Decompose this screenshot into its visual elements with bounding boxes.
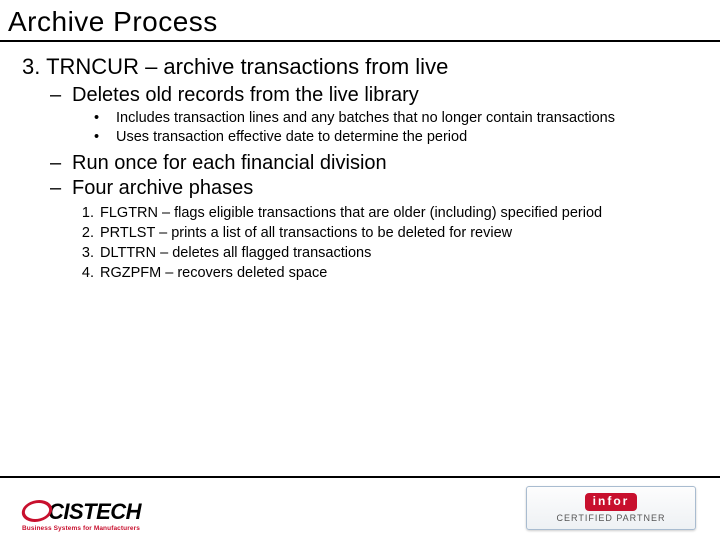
item-number: 4. (76, 264, 100, 283)
item-text: FLGTRN – flags eligible transactions tha… (100, 204, 602, 223)
dash-icon: – (50, 84, 72, 107)
list-item: 4. RGZPFM – recovers deleted space (76, 264, 704, 283)
list-item: • Includes transaction lines and any bat… (94, 109, 704, 127)
page-title: Archive Process (0, 0, 720, 42)
item-text: DLTTRN – deletes all flagged transaction… (100, 244, 371, 263)
dash-icon: – (50, 152, 72, 175)
item-text: PRTLST – prints a list of all transactio… (100, 224, 512, 243)
slide-content: 3. TRNCUR – archive transactions from li… (0, 42, 720, 283)
item-number: 1. (76, 204, 100, 223)
partner-label: CERTIFIED PARTNER (556, 513, 665, 523)
dash-icon: – (50, 177, 72, 200)
cistech-logo: CISTECH Business Systems for Manufacture… (22, 500, 172, 532)
numbered-list: 1. FLGTRN – flags eligible transactions … (76, 204, 704, 282)
bullet-text: Includes transaction lines and any batch… (116, 109, 615, 127)
logo-text: CISTECH (22, 500, 172, 523)
bullet-list-1: • Includes transaction lines and any bat… (94, 109, 704, 146)
heading-text: TRNCUR – archive transactions from live (46, 54, 448, 79)
bullet-icon: • (94, 109, 116, 127)
subheading-3: –Four archive phases (50, 177, 704, 200)
heading-level1: 3. TRNCUR – archive transactions from li… (22, 54, 704, 80)
list-item: 3. DLTTRN – deletes all flagged transact… (76, 244, 704, 263)
item-text: RGZPFM – recovers deleted space (100, 264, 327, 283)
bullet-text: Uses transaction effective date to deter… (116, 128, 467, 146)
infor-partner-badge: infor CERTIFIED PARTNER (526, 486, 696, 530)
list-item: • Uses transaction effective date to det… (94, 128, 704, 146)
list-item: 2. PRTLST – prints a list of all transac… (76, 224, 704, 243)
brand-name: CISTECH (48, 499, 141, 524)
heading-number: 3. (22, 54, 40, 79)
subheading-2: –Run once for each financial division (50, 152, 704, 175)
bullet-icon: • (94, 128, 116, 146)
subheading-3-text: Four archive phases (72, 177, 253, 199)
footer-divider (0, 476, 720, 478)
item-number: 2. (76, 224, 100, 243)
logo-tagline: Business Systems for Manufacturers (22, 525, 172, 532)
item-number: 3. (76, 244, 100, 263)
list-item: 1. FLGTRN – flags eligible transactions … (76, 204, 704, 223)
subheading-1-text: Deletes old records from the live librar… (72, 84, 419, 106)
subheading-1: –Deletes old records from the live libra… (50, 84, 704, 107)
subheading-2-text: Run once for each financial division (72, 152, 387, 174)
infor-logo: infor (585, 493, 638, 511)
